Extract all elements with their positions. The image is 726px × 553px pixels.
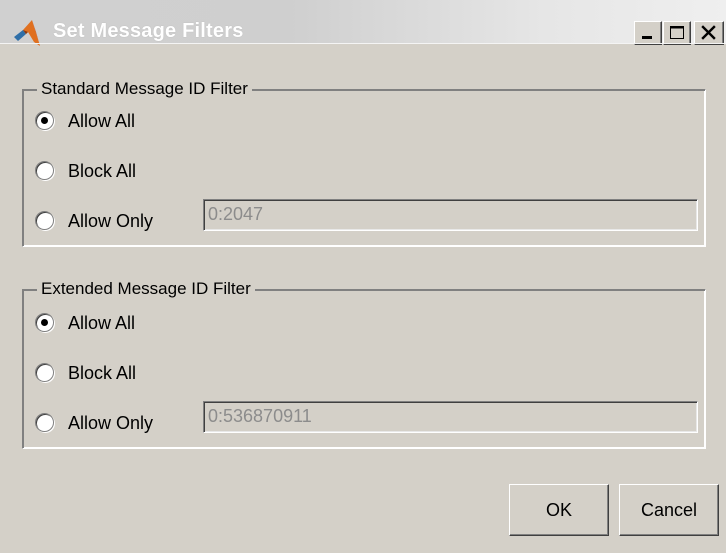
maximize-icon — [670, 26, 684, 39]
radio-label: Allow Only — [68, 211, 154, 231]
close-icon — [701, 25, 716, 40]
radio-button[interactable] — [35, 363, 54, 382]
radio-label: Block All — [68, 363, 137, 383]
standard-filter-group: Standard Message ID Filter Allow All Blo… — [22, 78, 706, 247]
set-message-filters-dialog: Set Message Filters Standard Message ID … — [0, 0, 726, 553]
close-button[interactable] — [694, 21, 724, 45]
radio-label: Block All — [68, 161, 137, 181]
radio-button[interactable] — [35, 211, 54, 230]
radio-button[interactable] — [35, 413, 54, 432]
extended-filter-label: Extended Message ID Filter — [37, 278, 255, 300]
matlab-logo-icon — [14, 20, 40, 46]
standard-id-range-field[interactable]: 0:2047 — [203, 199, 698, 231]
ok-button[interactable]: OK — [509, 484, 609, 536]
extended-filter-group: Extended Message ID Filter Allow All Blo… — [22, 278, 706, 449]
window-title: Set Message Filters — [53, 20, 244, 42]
maximize-button[interactable] — [663, 21, 691, 45]
radio-label: Allow All — [68, 111, 136, 131]
minimize-button[interactable] — [634, 21, 662, 45]
radio-button[interactable] — [35, 161, 54, 180]
cancel-button[interactable]: Cancel — [619, 484, 719, 536]
standard-filter-label: Standard Message ID Filter — [37, 78, 252, 100]
radio-button-selected[interactable] — [35, 313, 54, 332]
minimize-icon — [642, 36, 652, 39]
radio-label: Allow Only — [68, 413, 154, 433]
radio-button-selected[interactable] — [35, 111, 54, 130]
radio-label: Allow All — [68, 313, 136, 333]
extended-id-range-field[interactable]: 0:536870911 — [203, 401, 698, 433]
title-bar[interactable]: Set Message Filters — [0, 0, 726, 46]
